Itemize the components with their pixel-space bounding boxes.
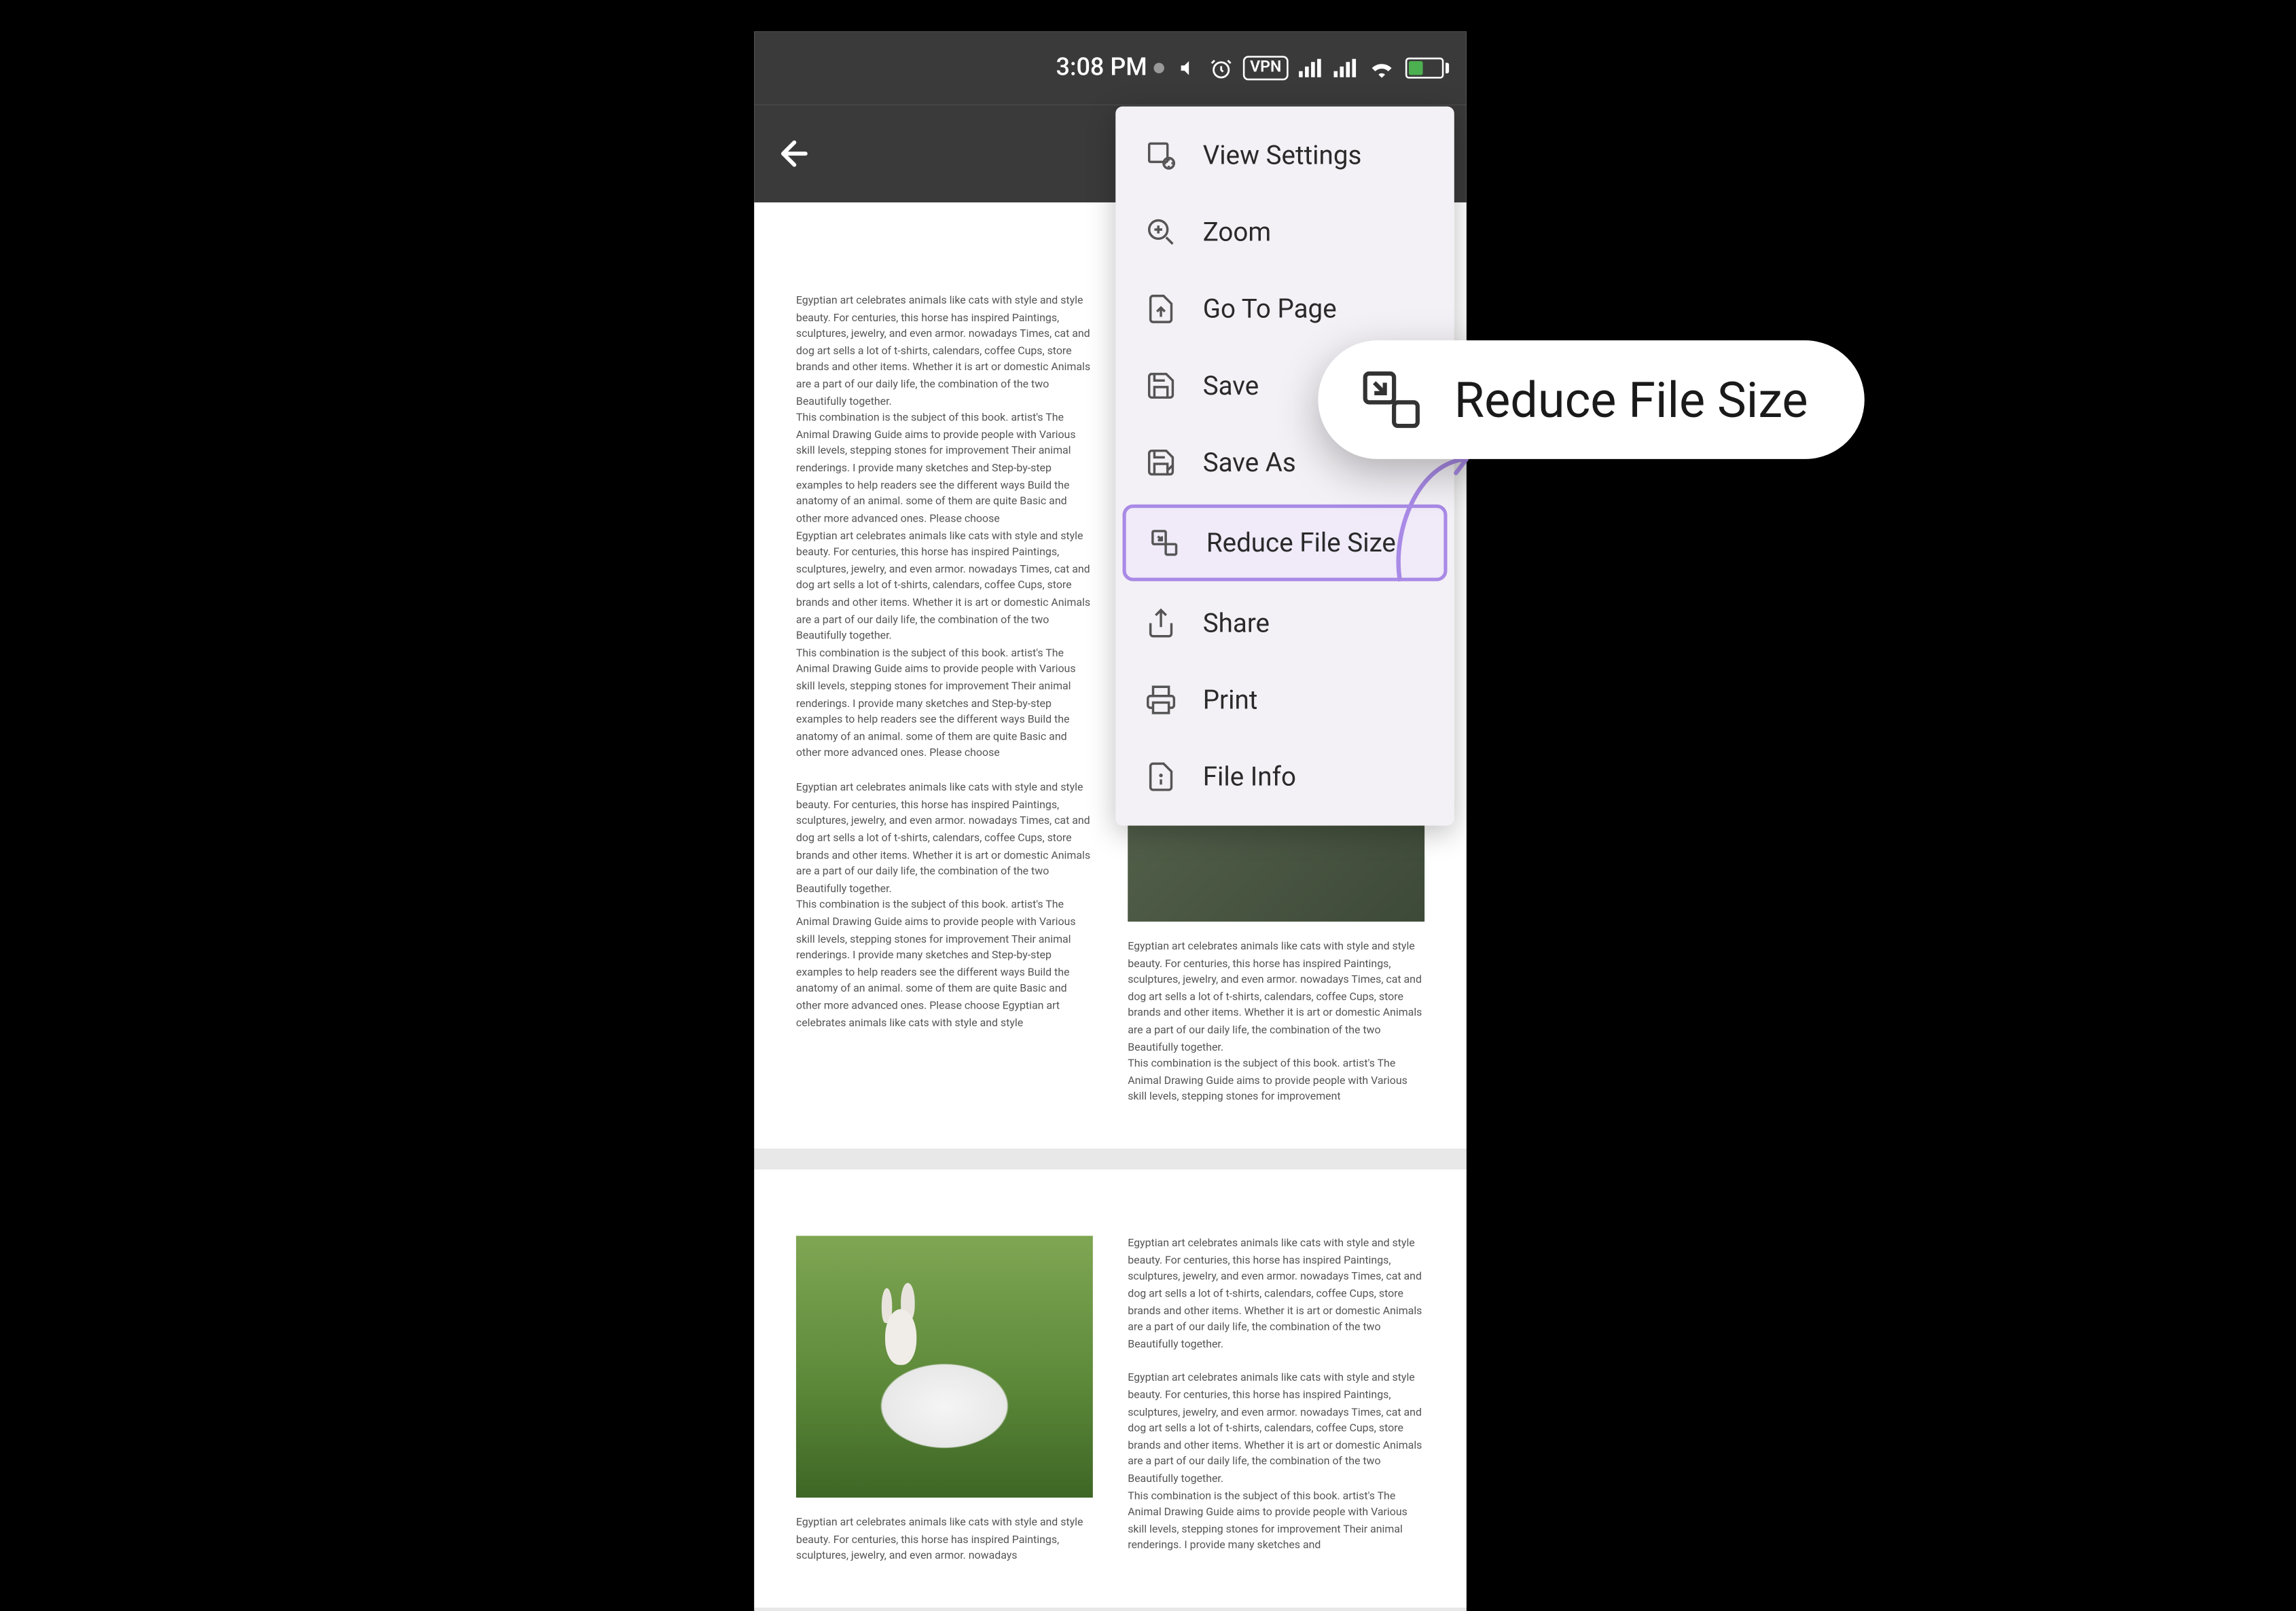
document-image-rabbit	[796, 1236, 1093, 1498]
alarm-icon	[1210, 57, 1232, 79]
body-text: Egyptian art celebrates animals like cat…	[1128, 1236, 1424, 1354]
menu-label: Zoom	[1203, 217, 1272, 248]
menu-share[interactable]: Share	[1115, 585, 1454, 662]
callout-label: Reduce File Size	[1454, 371, 1808, 429]
mute-icon	[1179, 58, 1200, 79]
text-column-right: Egyptian art celebrates animals like cat…	[1128, 1236, 1424, 1565]
status-bar: 3:08 PM VPN	[754, 31, 1467, 105]
signal-icon-2	[1333, 58, 1358, 79]
body-text: This combination is the subject of this …	[796, 898, 1093, 1032]
menu-view-settings[interactable]: View Settings	[1115, 117, 1454, 194]
menu-file-info[interactable]: File Info	[1115, 738, 1454, 815]
menu-label: View Settings	[1203, 140, 1362, 171]
clock-text: 3:08 PM	[1056, 54, 1147, 82]
zoom-icon	[1143, 215, 1178, 249]
battery-icon	[1405, 58, 1449, 79]
status-dot-icon	[1154, 63, 1164, 73]
status-time: 3:08 PM	[1056, 54, 1165, 82]
body-text: This combination is the subject of this …	[1128, 1488, 1424, 1555]
vpn-badge: VPN	[1243, 56, 1289, 80]
menu-go-to-page[interactable]: Go To Page	[1115, 270, 1454, 347]
document-page: Egyptian art celebrates animals like cat…	[754, 1170, 1467, 1608]
menu-label: Save	[1203, 370, 1259, 401]
body-text: Egyptian art celebrates animals like cat…	[1128, 1371, 1424, 1488]
status-indicators: VPN	[1179, 56, 1449, 80]
share-icon	[1143, 606, 1178, 640]
menu-label: Share	[1203, 607, 1270, 638]
text-column-left: Egyptian art celebrates animals like cat…	[796, 293, 1093, 1107]
body-text: This combination is the subject of this …	[796, 411, 1093, 528]
body-text: This combination is the subject of this …	[1128, 1057, 1424, 1107]
body-text: Egyptian art celebrates animals like cat…	[1128, 939, 1424, 1057]
print-icon	[1143, 683, 1178, 717]
callout-pill: Reduce File Size	[1318, 340, 1863, 459]
back-icon[interactable]	[775, 134, 814, 173]
menu-label: Print	[1203, 684, 1258, 715]
body-text: Egyptian art celebrates animals like cat…	[796, 780, 1093, 898]
save-icon	[1143, 368, 1178, 403]
menu-label: File Info	[1203, 761, 1296, 793]
go-to-page-icon	[1143, 291, 1178, 326]
file-info-icon	[1143, 759, 1178, 794]
save-as-icon	[1143, 445, 1178, 479]
wifi-icon	[1369, 58, 1395, 79]
body-text: Egyptian art celebrates animals like cat…	[796, 1515, 1093, 1565]
menu-label: Save As	[1203, 447, 1296, 478]
body-text: This combination is the subject of this …	[796, 645, 1093, 763]
menu-print[interactable]: Print	[1115, 662, 1454, 738]
text-column-left: Egyptian art celebrates animals like cat…	[796, 1236, 1093, 1565]
reduce-file-size-icon	[1147, 526, 1181, 560]
body-text: Egyptian art celebrates animals like cat…	[796, 528, 1093, 646]
signal-icon	[1299, 58, 1323, 79]
menu-label: Reduce File Size	[1206, 527, 1396, 558]
menu-zoom[interactable]: Zoom	[1115, 194, 1454, 270]
reduce-file-size-icon	[1360, 368, 1423, 431]
body-text: Egyptian art celebrates animals like cat…	[796, 293, 1093, 411]
view-settings-icon	[1143, 138, 1178, 173]
menu-label: Go To Page	[1203, 293, 1337, 325]
callout-arrow-icon	[1382, 445, 1487, 585]
